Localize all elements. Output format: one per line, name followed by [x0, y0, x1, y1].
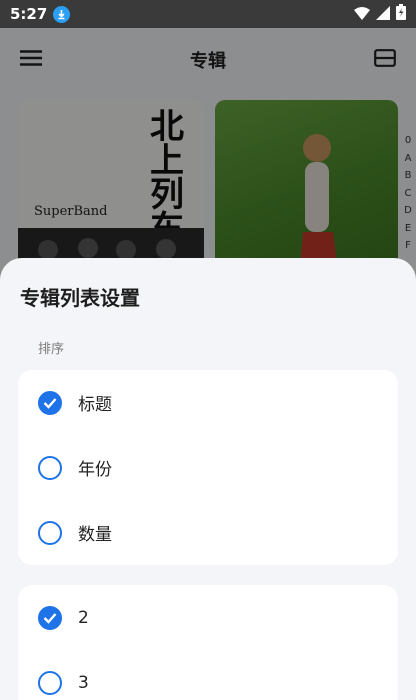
- download-icon: [53, 5, 71, 23]
- battery-icon: [396, 4, 406, 24]
- sort-option-label: 年份: [78, 460, 112, 480]
- sheet-title: 专辑列表设置: [20, 286, 140, 310]
- columns-options-card: 2 3: [18, 585, 398, 700]
- wifi-icon: [354, 5, 370, 24]
- sort-option-label: 标题: [78, 395, 112, 415]
- status-time: 5:27: [10, 5, 48, 23]
- sort-option-label: 数量: [78, 525, 112, 545]
- status-bar: 5:27: [0, 0, 416, 28]
- column-option-3[interactable]: 3: [18, 650, 398, 700]
- radio-unchecked-icon[interactable]: [38, 455, 62, 480]
- sort-option-year[interactable]: 年份: [18, 435, 398, 500]
- sort-options-card: 标题 年份 数量: [18, 370, 398, 565]
- column-option-label: 3: [78, 672, 89, 693]
- radio-checked-icon[interactable]: [38, 605, 62, 630]
- sort-section-label: 排序: [38, 342, 65, 357]
- radio-checked-icon[interactable]: [38, 390, 62, 415]
- radio-unchecked-icon[interactable]: [38, 670, 62, 695]
- column-option-label: 2: [78, 607, 89, 628]
- signal-icon: [376, 5, 390, 24]
- sort-option-title[interactable]: 标题: [18, 370, 398, 435]
- column-option-2[interactable]: 2: [18, 585, 398, 650]
- radio-unchecked-icon[interactable]: [38, 520, 62, 545]
- album-list-settings-sheet: 专辑列表设置 排序 标题 年份 数量 2 3: [0, 258, 416, 700]
- sort-option-count[interactable]: 数量: [18, 500, 398, 565]
